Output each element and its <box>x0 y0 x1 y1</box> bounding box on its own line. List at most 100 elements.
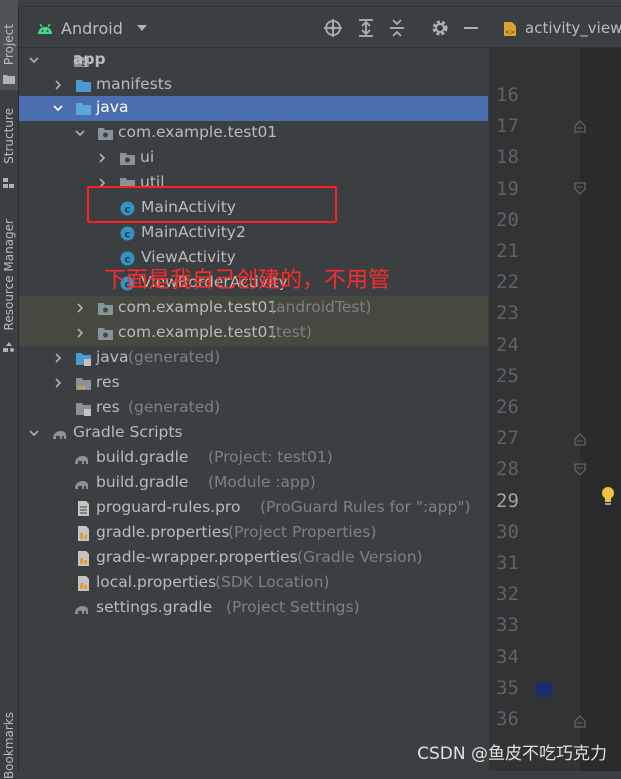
tree-row-java[interactable]: java <box>19 96 488 121</box>
annotation-text: 下面是我自己创建的，不用管 <box>104 268 391 293</box>
properties-file-icon <box>78 526 89 541</box>
class-icon: c <box>120 226 135 241</box>
tree-row-build-gradle-project[interactable]: build.gradle (Project: test01) <box>19 446 488 471</box>
tree-label: manifests <box>96 75 172 93</box>
line-number: 33 <box>496 614 519 637</box>
fold-collapse-icon[interactable] <box>572 431 588 447</box>
fold-expand-icon[interactable] <box>572 462 588 478</box>
tree-label: com.example.test01 <box>118 298 278 316</box>
highlight-box <box>87 186 337 223</box>
expand-all-icon[interactable] <box>356 18 376 38</box>
chevron-down-icon[interactable] <box>137 25 147 31</box>
tree-row-res-generated[interactable]: res (generated) <box>19 396 488 421</box>
tree-label: com.example.test01 <box>118 323 278 341</box>
gear-icon[interactable] <box>430 18 450 38</box>
structure-tool-tab[interactable]: Structure <box>0 96 18 176</box>
chevron-down-icon[interactable] <box>75 128 85 138</box>
tree-row-androidtest[interactable]: com.example.test01 (androidTest) <box>19 296 488 321</box>
line-number: 19 <box>496 177 519 200</box>
gradle-icon <box>53 431 66 439</box>
tree-row-ui[interactable]: ui <box>19 146 488 171</box>
tree-row-gradle-properties[interactable]: gradle.properties (Project Properties) <box>19 521 488 546</box>
editor-tab-bar: <> activity_view. <box>489 7 621 48</box>
gradle-icon <box>75 606 88 614</box>
view-mode-selector[interactable]: Android <box>61 19 123 38</box>
hide-panel-icon[interactable] <box>461 18 481 38</box>
generated-folder-icon <box>76 403 91 416</box>
tree-suffix: (Project Settings) <box>226 598 360 616</box>
tree-suffix: (androidTest) <box>270 298 372 316</box>
fold-expand-icon[interactable] <box>572 181 588 197</box>
package-icon <box>120 153 135 165</box>
properties-file-icon <box>78 576 89 591</box>
chevron-right-icon[interactable] <box>53 80 63 90</box>
chevron-right-icon[interactable] <box>97 178 107 186</box>
collapse-all-icon[interactable] <box>387 18 407 38</box>
generated-folder-icon <box>76 353 91 366</box>
tree-row-settings-gradle[interactable]: settings.gradle (Project Settings) <box>19 596 488 621</box>
tree-row-app[interactable]: app <box>19 48 488 73</box>
fold-collapse-icon[interactable] <box>572 118 588 134</box>
bookmarks-tool-tab[interactable]: Bookmarks <box>0 712 18 779</box>
tree-row-gradle-scripts[interactable]: Gradle Scripts <box>19 421 488 446</box>
tree-suffix: (generated) <box>128 398 221 416</box>
line-number: 29 <box>496 489 519 512</box>
tree-row-res[interactable]: res <box>19 371 488 396</box>
gradle-icon <box>75 456 88 464</box>
properties-file-icon <box>78 551 89 566</box>
resource-manager-tool-tab[interactable]: Resource Manager <box>0 210 18 340</box>
code-area[interactable] <box>580 48 621 771</box>
chevron-right-icon[interactable] <box>75 303 85 313</box>
svg-text:<>: <> <box>505 29 515 36</box>
folder-icon <box>76 80 91 92</box>
folder-icon <box>3 75 15 84</box>
tree-label: ui <box>140 148 155 166</box>
chevron-down-icon[interactable] <box>53 103 63 113</box>
line-number: 34 <box>496 645 519 668</box>
line-number: 30 <box>496 520 519 543</box>
watermark: CSDN @鱼皮不吃巧克力 <box>417 744 607 764</box>
package-icon <box>120 178 135 186</box>
tree-label: Gradle Scripts <box>73 423 183 441</box>
chevron-down-icon[interactable] <box>29 428 39 438</box>
editor-tab-label[interactable]: activity_view. <box>525 19 621 37</box>
structure-tab-label: Structure <box>2 108 16 164</box>
chevron-right-icon[interactable] <box>97 153 107 163</box>
line-number: 24 <box>496 333 519 356</box>
tree-row-mainactivity2[interactable]: c MainActivity2 <box>19 221 488 246</box>
line-number: 35 <box>496 676 519 699</box>
lightbulb-icon[interactable] <box>600 486 616 506</box>
project-tab-label: Project <box>2 24 16 66</box>
resource-folder-icon <box>76 378 91 390</box>
bookmarks-tab-label: Bookmarks <box>2 711 16 779</box>
chevron-right-icon[interactable] <box>53 378 63 388</box>
chevron-down-icon[interactable] <box>29 55 39 65</box>
tree-row-manifests[interactable]: manifests <box>19 73 488 98</box>
gradle-icon <box>75 481 88 489</box>
tree-label: app <box>73 50 106 68</box>
tree-row-proguard[interactable]: proguard-rules.pro (ProGuard Rules for "… <box>19 496 488 521</box>
tree-label: gradle.properties <box>96 523 230 541</box>
line-number: 22 <box>496 271 519 294</box>
line-number: 23 <box>496 302 519 325</box>
locate-file-icon[interactable] <box>323 18 343 38</box>
tree-row-util[interactable]: util <box>19 171 488 186</box>
project-panel: Android app manifests java com.example.t… <box>19 7 488 771</box>
line-number: 36 <box>496 708 519 730</box>
fold-collapse-icon[interactable] <box>572 713 588 729</box>
tree-row-local-properties[interactable]: local.properties (SDK Location) <box>19 571 488 596</box>
tree-row-java-generated[interactable]: java (generated) <box>19 346 488 371</box>
tree-suffix: (Project: test01) <box>208 448 333 466</box>
chevron-right-icon[interactable] <box>75 328 85 338</box>
tree-row-gradle-wrapper-properties[interactable]: gradle-wrapper.properties (Gradle Versio… <box>19 546 488 571</box>
chevron-right-icon[interactable] <box>53 353 63 363</box>
breadcrumb-bar <box>18 0 621 7</box>
tree-label: res <box>96 398 120 416</box>
tree-row-build-gradle-module[interactable]: build.gradle (Module :app) <box>19 471 488 496</box>
tree-row-test[interactable]: com.example.test01 (test) <box>19 321 488 346</box>
tree-label: gradle-wrapper.properties <box>96 548 298 566</box>
line-number: 21 <box>496 240 519 262</box>
svg-text:c: c <box>125 230 131 241</box>
resource-manager-icon <box>3 342 14 352</box>
tree-row-package[interactable]: com.example.test01 <box>19 121 488 146</box>
